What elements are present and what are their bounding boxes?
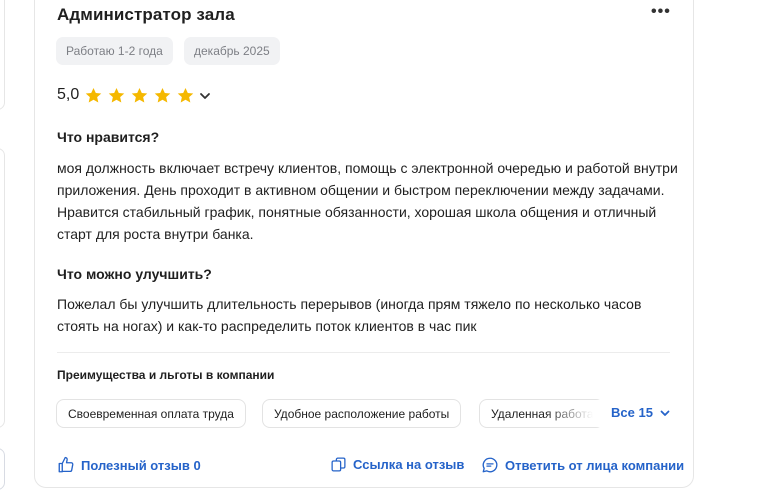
helpful-label: Полезный отзыв 0 [81,457,201,473]
improve-text: Пожелал бы улучшить длительность перерыв… [57,296,642,334]
chevron-down-icon [660,410,670,416]
left-card-edge [0,0,5,110]
review-link-label: Ссылка на отзыв [353,457,465,472]
link-icon [331,457,346,472]
likes-text: моя должность включает встречу клиентов,… [57,160,678,242]
star-icon [154,87,171,103]
more-icon[interactable]: ••• [651,3,671,21]
benefit-chip[interactable]: Удобное расположение работы [262,399,462,428]
tag-experience: Работаю 1-2 года [56,37,173,65]
thumbs-up-icon [58,456,74,473]
chat-icon [482,457,498,473]
benefits-title: Преимущества и льготы в компании [57,368,275,382]
improve-label: Что можно улучшить? [57,266,212,282]
rating-value: 5,0 [57,86,80,103]
likes-label: Что нравится? [57,129,160,145]
rating-stars [84,86,195,105]
benefit-chip[interactable]: Своевременная оплата труда [56,399,246,428]
star-icon [85,87,102,103]
divider [57,352,670,353]
star-icon [177,87,194,103]
star-icon [108,87,125,103]
chevron-down-icon[interactable] [198,89,212,103]
chip-fade [545,400,605,427]
star-icon [131,87,148,103]
reply-button[interactable]: Ответить от лица компании [481,456,684,474]
helpful-button[interactable]: Полезный отзыв 0 [57,456,201,474]
review-title: Администратор зала [57,5,235,24]
all-benefits-link[interactable]: Все 15 [611,405,671,420]
reply-label: Ответить от лица компании [505,457,685,473]
left-card-edge [0,448,5,490]
left-card-edge [0,148,5,428]
tag-date: декабрь 2025 [184,37,280,65]
all-benefits-label: Все 15 [611,405,653,420]
review-link-button[interactable]: Ссылка на отзыв [330,456,464,473]
